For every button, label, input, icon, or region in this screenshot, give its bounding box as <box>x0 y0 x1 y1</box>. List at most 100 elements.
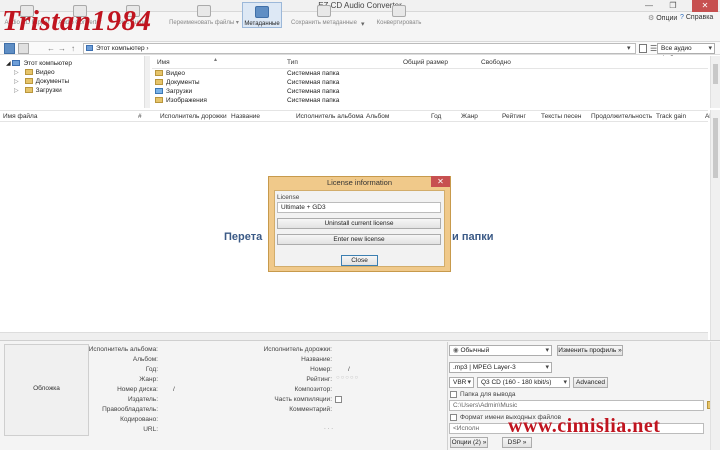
track-number-field[interactable]: / <box>348 365 350 374</box>
col-rating[interactable]: Рейтинг <box>502 111 526 122</box>
field-label: Номер диска: <box>117 386 158 393</box>
col-total-size[interactable]: Общий размер <box>403 58 448 68</box>
metadata-button[interactable]: Метаданные <box>242 2 282 28</box>
tracks-scrollbar[interactable] <box>710 110 720 340</box>
col-track-artist[interactable]: Исполнитель дорожки <box>160 111 227 122</box>
file-row[interactable]: Изображения <box>155 96 207 105</box>
col-album[interactable]: Альбом <box>366 111 389 122</box>
tree-item-video[interactable]: ▷ Видео <box>14 68 55 77</box>
profile-value: Обычный <box>460 347 490 354</box>
format-select[interactable]: .mp3 | MPEG Layer-3 <box>449 362 552 373</box>
tracks-horizontal-scrollbar[interactable] <box>0 332 708 340</box>
computer-icon <box>86 45 93 51</box>
uninstall-license-button[interactable]: Uninstall current license <box>277 218 441 229</box>
comment-field[interactable]: . . . <box>324 423 333 432</box>
output-folder-path: C:\Users\Admin\Music <box>453 402 518 409</box>
quality-value: Q3 CD (160 - 180 kbit/s) <box>481 379 552 386</box>
quality-select[interactable]: Q3 CD (160 - 180 kbit/s) <box>477 377 570 388</box>
col-file-name[interactable]: Имя файла <box>3 111 37 122</box>
field-label: Название: <box>301 356 332 363</box>
folder-icon <box>24 78 33 85</box>
col-lyrics[interactable]: Тексты песен <box>541 111 581 122</box>
forward-arrow-icon[interactable]: → <box>57 43 67 54</box>
col-free[interactable]: Свободно <box>481 58 511 68</box>
convert-button[interactable]: Конвертировать <box>372 2 426 28</box>
col-album-artist[interactable]: Исполнитель альбома <box>296 111 363 122</box>
address-input[interactable]: Этот компьютер › <box>83 43 636 54</box>
col-name[interactable]: Имя <box>157 58 170 68</box>
rating-stars[interactable]: ○○○○○ <box>336 375 359 381</box>
expand-icon: ▷ <box>14 79 19 85</box>
file-type: Системная папка <box>287 88 340 95</box>
output-folder-checkbox[interactable] <box>450 391 457 398</box>
enter-new-license-button[interactable]: Enter new license <box>277 234 441 245</box>
options-label: Опции <box>656 15 678 22</box>
profile-select[interactable]: ◉ Обычный <box>449 345 552 356</box>
advanced-button[interactable]: Advanced <box>573 377 608 388</box>
rename-icon <box>197 5 211 17</box>
window-close-button[interactable]: ✕ <box>692 0 718 12</box>
tree-item-documents[interactable]: ▷ Документы <box>14 77 69 86</box>
convert-label: Конвертировать <box>376 20 422 26</box>
col-year[interactable]: Год <box>431 111 441 122</box>
sort-up-icon: ▴ <box>214 57 218 63</box>
browse-icon[interactable] <box>639 44 647 53</box>
files-scrollbar[interactable] <box>710 56 720 108</box>
help-link[interactable]: ? Справка <box>680 14 713 21</box>
col-genre[interactable]: Жанр <box>461 111 478 122</box>
file-name: Загрузки <box>166 88 193 95</box>
output-scrollbar[interactable] <box>710 342 720 450</box>
disc-number-field[interactable]: / <box>173 385 175 394</box>
tree-item-computer[interactable]: ◢ Этот компьютер <box>6 59 72 68</box>
col-track-gain[interactable]: Track gain <box>656 111 686 122</box>
watermark-top: Tristan1984 <box>2 5 152 37</box>
up-arrow-icon[interactable]: ↑ <box>68 43 78 54</box>
collapse-icon: ◢ <box>6 61 11 67</box>
back-arrow-icon[interactable]: ← <box>46 43 56 54</box>
file-name: Документы <box>166 79 200 86</box>
field-label: Правообладатель: <box>102 406 158 413</box>
mode-select[interactable]: VBR <box>449 377 474 388</box>
minimize-button[interactable]: — <box>640 1 658 11</box>
col-track-number[interactable]: # <box>138 111 142 122</box>
tree-item-downloads[interactable]: ▷ Загрузки <box>14 86 62 95</box>
folder-icon <box>24 69 33 76</box>
close-button[interactable]: Close <box>341 255 378 266</box>
compilation-checkbox[interactable] <box>335 396 342 403</box>
col-title[interactable]: Название <box>231 111 260 122</box>
col-duration[interactable]: Продолжительность <box>591 111 652 122</box>
file-name: Видео <box>166 70 185 77</box>
field-label: URL: <box>143 426 158 433</box>
file-row[interactable]: Видео <box>155 69 185 78</box>
field-label: Рейтинг: <box>306 376 332 383</box>
folder-icon <box>155 79 163 86</box>
field-label: Композитор: <box>294 386 332 393</box>
options-button[interactable]: Опции (2) » <box>450 437 488 448</box>
filename-format-checkbox[interactable] <box>450 414 457 421</box>
file-row[interactable]: Загрузки <box>155 87 192 96</box>
metadata-label: Метаданные <box>244 21 280 27</box>
save-metadata-button[interactable]: Сохранить метаданные <box>288 2 360 28</box>
dsp-button[interactable]: DSP » <box>502 437 532 448</box>
field-label: Комментарий: <box>289 406 332 413</box>
maximize-button[interactable]: ❐ <box>664 1 682 11</box>
rename-files-button[interactable]: Переименовать файлы ▾ <box>168 2 240 28</box>
col-type[interactable]: Тип <box>287 58 298 68</box>
tree-scrollbar[interactable] <box>144 56 150 108</box>
license-input[interactable]: Ultimate + GD3 <box>277 202 441 213</box>
header-divider <box>152 68 708 69</box>
output-folder-input[interactable]: C:\Users\Admin\Music <box>449 400 704 411</box>
scroll-thumb[interactable] <box>713 64 718 84</box>
scroll-thumb[interactable] <box>713 118 718 178</box>
file-filter-select[interactable]: Все аудио файлы <box>657 43 715 62</box>
change-profile-button[interactable]: Изменить профиль » <box>557 345 623 356</box>
file-row[interactable]: Документы <box>155 78 200 87</box>
file-type: Системная папка <box>287 79 340 86</box>
address-dropdown-icon[interactable]: ▾ <box>627 44 631 52</box>
save-metadata-dropdown-icon[interactable]: ▾ <box>361 20 365 28</box>
save-icon <box>317 5 331 17</box>
list-view-icon[interactable] <box>18 43 29 54</box>
options-link[interactable]: ⚙ Опции <box>648 14 677 22</box>
view-toggle-icon[interactable] <box>4 43 15 54</box>
dialog-close-icon[interactable]: ✕ <box>431 176 450 187</box>
